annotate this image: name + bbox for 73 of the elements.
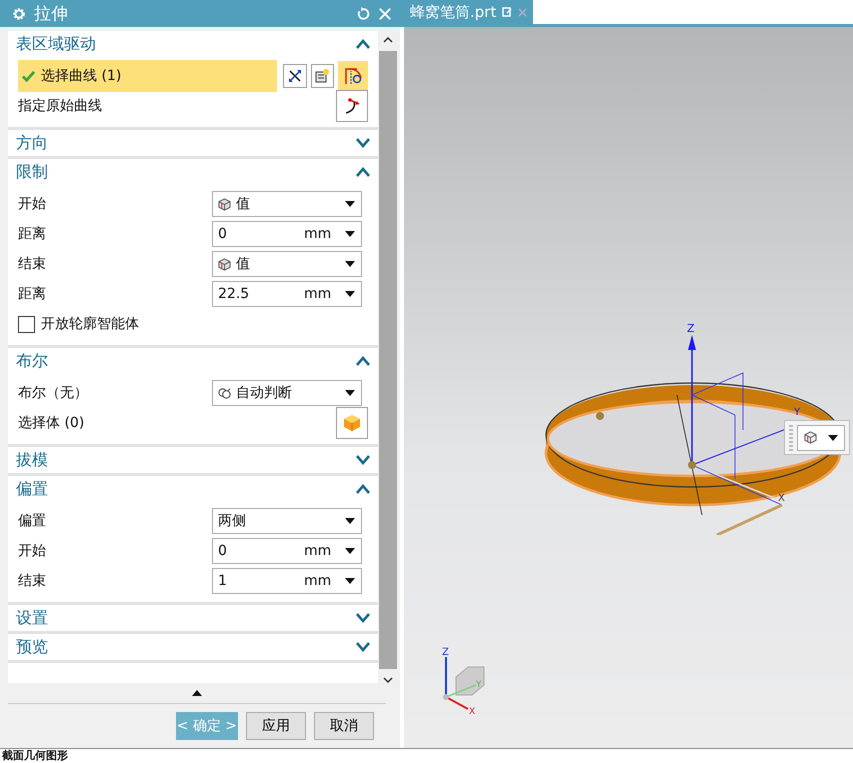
view-triad-drawing: Z Y X [434, 645, 494, 715]
section-header[interactable]: 限制 [8, 159, 378, 185]
dropdown-arrow-icon [345, 261, 355, 267]
field-label: 距离 [18, 225, 47, 243]
number-field[interactable]: 1 mm [212, 568, 362, 594]
field-label: 结束 [18, 255, 47, 273]
field-label: 布尔（无） [18, 384, 89, 402]
reverse-direction-button[interactable] [282, 64, 307, 88]
field-label: 距离 [18, 285, 47, 303]
checkbox-label: 开放轮廓智能体 [41, 315, 139, 333]
cube-icon [342, 413, 362, 433]
sketch-button[interactable] [310, 64, 334, 88]
section-header[interactable]: 布尔 [8, 348, 378, 374]
number-field[interactable]: 0 mm [212, 538, 362, 564]
document-icon[interactable] [502, 7, 512, 17]
dropdown-arrow-icon [345, 231, 355, 237]
curve-pick-button[interactable] [336, 90, 368, 122]
chevron-icon [356, 455, 370, 465]
reverse-arrows-icon [286, 68, 303, 84]
body-pick-button[interactable] [336, 407, 368, 439]
chevron-icon [356, 642, 370, 652]
dropdown-arrow-icon [345, 390, 355, 396]
number-field[interactable]: 22.5 mm [212, 281, 362, 307]
reset-icon[interactable] [356, 6, 370, 20]
dropdown-arrow-icon [345, 518, 355, 524]
field-label: 指定原始曲线 [18, 97, 102, 115]
field-label: 开始 [18, 542, 47, 560]
field-label: 选择体 (0) [18, 414, 84, 432]
scroll-down-icon[interactable] [383, 677, 393, 684]
chevron-icon [356, 167, 370, 177]
number-field[interactable]: 0 mm [212, 221, 362, 247]
status-text: 截面几何图形 [2, 749, 68, 762]
section-header[interactable]: 预览 [8, 634, 378, 660]
chevron-icon [356, 613, 370, 623]
curve-rule-icon [343, 66, 364, 86]
dropdown-arrow-icon [345, 201, 355, 207]
cube-icon [218, 198, 231, 210]
section-header[interactable]: 方向 [8, 130, 378, 156]
ring-model-drawing: Z Y X [532, 305, 852, 535]
section-header[interactable]: 设置 [8, 605, 378, 631]
chevron-icon [356, 484, 370, 494]
boolean-icon [218, 386, 231, 400]
chevron-icon [356, 39, 370, 49]
dropdown-arrow-icon [828, 434, 838, 440]
chevron-icon [356, 356, 370, 366]
dialog-button[interactable]: 取消 [314, 712, 374, 740]
dropdown[interactable]: 值 [212, 251, 362, 277]
sketch-icon [314, 68, 330, 84]
field-label: 偏置 [18, 512, 47, 530]
chevron-icon [356, 138, 370, 148]
dropdown-arrow-icon [345, 548, 355, 554]
scroll-up-icon[interactable] [383, 37, 393, 43]
3d-viewport[interactable]: Z Y X Z Y X [404, 27, 853, 748]
checkbox[interactable] [18, 316, 35, 332]
section-header[interactable]: 偏置 [8, 476, 378, 502]
dialog-button[interactable]: 应用 [246, 712, 306, 740]
gear-icon [12, 6, 26, 20]
dropdown[interactable]: 自动判断 [212, 380, 362, 406]
section-header[interactable]: 拔模 [8, 447, 378, 473]
select-curve-item[interactable]: 选择曲线 (1) [18, 60, 277, 92]
view-dropdown[interactable] [797, 424, 845, 450]
section-header[interactable]: 表区域驱动 [8, 31, 378, 57]
field-label: 开始 [18, 195, 47, 213]
field-label: 结束 [18, 572, 47, 590]
collapse-icon[interactable] [192, 690, 202, 696]
dropdown[interactable]: 两侧 [212, 508, 362, 534]
dropdown-arrow-icon [345, 578, 355, 584]
dropdown[interactable]: 值 [212, 191, 362, 217]
dialog-title: 拉伸 [34, 3, 68, 25]
cube-icon [804, 431, 817, 444]
curve-selection-button[interactable] [338, 61, 368, 91]
cube-icon [218, 258, 231, 270]
dropdown-arrow-icon [345, 291, 355, 297]
